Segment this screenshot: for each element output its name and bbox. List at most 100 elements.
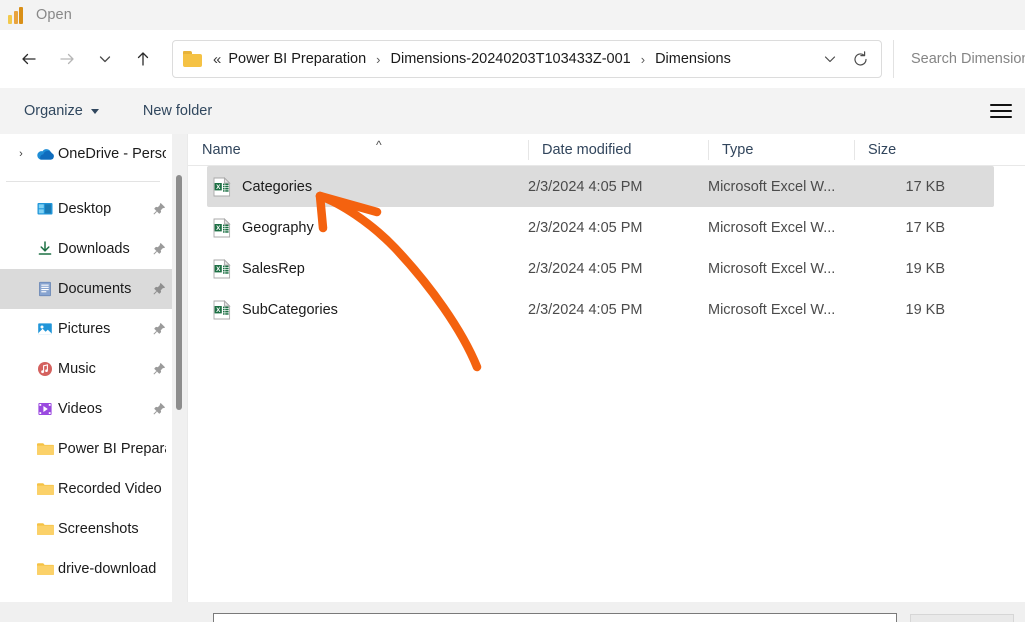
column-header-date-modified[interactable]: Date modified [528,134,708,166]
address-history-chevron-down-icon[interactable] [815,44,845,74]
table-row[interactable]: X Categories 2/3/2024 4:05 PM Microsoft … [207,166,994,207]
power-bi-icon [8,6,26,24]
pin-icon[interactable] [146,282,166,296]
search-placeholder: Search Dimensions [911,51,1025,67]
back-arrow-icon[interactable] [10,40,48,78]
file-size-cell: 19 KB [905,301,946,318]
pin-icon[interactable] [146,362,166,376]
pin-icon[interactable] [146,402,166,416]
toolbar: Organize New folder [0,88,1025,134]
sidebar-item-label: Pictures [58,321,111,337]
sidebar-item-label: Power BI Prepara [58,441,166,457]
sidebar-item-label: Desktop [58,201,112,217]
sidebar-item-label: Documents [58,281,132,297]
documents-icon [32,280,58,298]
column-header-size[interactable]: Size [854,134,954,166]
sidebar-item-screenshots[interactable]: Screenshots [0,509,172,549]
file-name-cell: X SalesRep [207,258,528,279]
svg-text:X: X [216,183,221,190]
search-input[interactable]: Search Dimensions [893,40,1025,78]
recent-locations-chevron-down-icon[interactable] [86,40,124,78]
address-bar[interactable]: « Power BI Preparation › Dimensions-2024… [172,40,882,78]
breadcrumb-overflow-icon[interactable]: « [211,51,225,68]
breadcrumb-item-1[interactable]: Dimensions-20240203T103433Z-001 [388,48,634,70]
breadcrumb-separator-icon: › [640,51,646,67]
sidebar-item-label: Screenshots [58,521,139,537]
folder-icon [32,561,58,577]
file-name-label: Geography [242,219,314,236]
breadcrumb-item-0[interactable]: Power BI Preparation [225,48,369,70]
pin-icon[interactable] [146,242,166,256]
column-header-name-label: Name [202,141,241,158]
sidebar-item-label: Recorded Video [58,481,162,497]
hamburger-menu-icon[interactable] [985,96,1017,126]
excel-file-icon: X [213,258,231,279]
sidebar-item-documents[interactable]: Documents [0,269,172,309]
folder-icon [183,51,203,67]
file-name-label: Categories [242,178,313,195]
open-button[interactable] [910,614,1014,622]
sidebar-item-pictures[interactable]: Pictures [0,309,172,349]
column-header-name[interactable]: Name [188,134,528,166]
file-type-cell: Microsoft Excel W... [708,260,836,277]
forward-arrow-icon[interactable] [48,40,86,78]
sidebar-scrollbar-thumb[interactable] [176,175,182,410]
column-header-date-label: Date modified [542,141,632,158]
sidebar-item-label: drive-download [58,561,157,577]
pin-icon[interactable] [146,322,166,336]
sidebar-item-drive-download[interactable]: drive-download [0,549,172,589]
svg-text:X: X [216,224,221,231]
excel-file-icon: X [213,299,231,320]
organize-button[interactable]: Organize [14,95,109,127]
new-folder-button[interactable]: New folder [133,95,222,127]
up-arrow-icon[interactable] [124,40,162,78]
file-type-cell: Microsoft Excel W... [708,219,836,236]
onedrive-cloud-icon [32,147,58,161]
column-header-row: Name Date modified Type Size ^ [188,134,1025,166]
sidebar-item-label: Downloads [58,241,130,257]
file-size-cell: 19 KB [905,260,946,277]
svg-text:X: X [216,265,221,272]
pictures-icon [32,320,58,338]
file-list-pane: Name Date modified Type Size ^ X Categor… [188,134,1025,602]
sidebar-item-power-bi-preparation[interactable]: Power BI Prepara [0,429,172,469]
navigation-sidebar[interactable]: › OneDrive - Perso Desktop Downloads Doc… [0,134,172,602]
file-name-label: SubCategories [242,301,338,318]
excel-file-icon: X [213,176,231,197]
sidebar-item-videos[interactable]: Videos [0,389,172,429]
sidebar-item-recorded-videos[interactable]: Recorded Video [0,469,172,509]
table-row[interactable]: X SalesRep 2/3/2024 4:05 PM Microsoft Ex… [207,248,994,289]
sidebar-item-label: Music [58,361,96,377]
file-name-label: SalesRep [242,260,305,277]
file-type-cell: Microsoft Excel W... [708,301,836,318]
sidebar-item-label: OneDrive - Perso [58,146,166,162]
sidebar-item-onedrive[interactable]: › OneDrive - Perso [0,134,172,174]
column-header-type[interactable]: Type [708,134,854,166]
svg-text:X: X [216,306,221,313]
sidebar-item-music[interactable]: Music [0,349,172,389]
videos-icon [32,400,58,418]
file-name-input[interactable] [213,613,897,622]
chevron-down-icon [90,108,99,114]
file-name-cell: X Categories [207,176,528,197]
file-size-cell: 17 KB [905,219,946,236]
toolbar-right-group [985,96,1017,126]
pin-icon[interactable] [146,202,166,216]
table-row[interactable]: X Geography 2/3/2024 4:05 PM Microsoft E… [207,207,994,248]
file-size-cell: 17 KB [905,178,946,195]
file-date-cell: 2/3/2024 4:05 PM [528,219,643,236]
table-row[interactable]: X SubCategories 2/3/2024 4:05 PM Microso… [207,289,994,330]
chevron-right-icon[interactable]: › [10,148,32,160]
breadcrumb-separator-icon: › [376,51,381,67]
column-header-type-label: Type [722,141,754,158]
breadcrumb-item-2[interactable]: Dimensions [652,48,734,70]
file-open-dialog: Open « Power BI Preparation › Dimensions… [0,0,1025,622]
title-bar: Open [0,0,1025,30]
sidebar-item-downloads[interactable]: Downloads [0,229,172,269]
refresh-icon[interactable] [845,44,875,74]
sidebar-item-label: Videos [58,401,103,417]
folder-icon [32,521,58,537]
file-name-cell: X Geography [207,217,528,238]
sidebar-item-desktop[interactable]: Desktop [0,189,172,229]
folder-icon [32,481,58,497]
